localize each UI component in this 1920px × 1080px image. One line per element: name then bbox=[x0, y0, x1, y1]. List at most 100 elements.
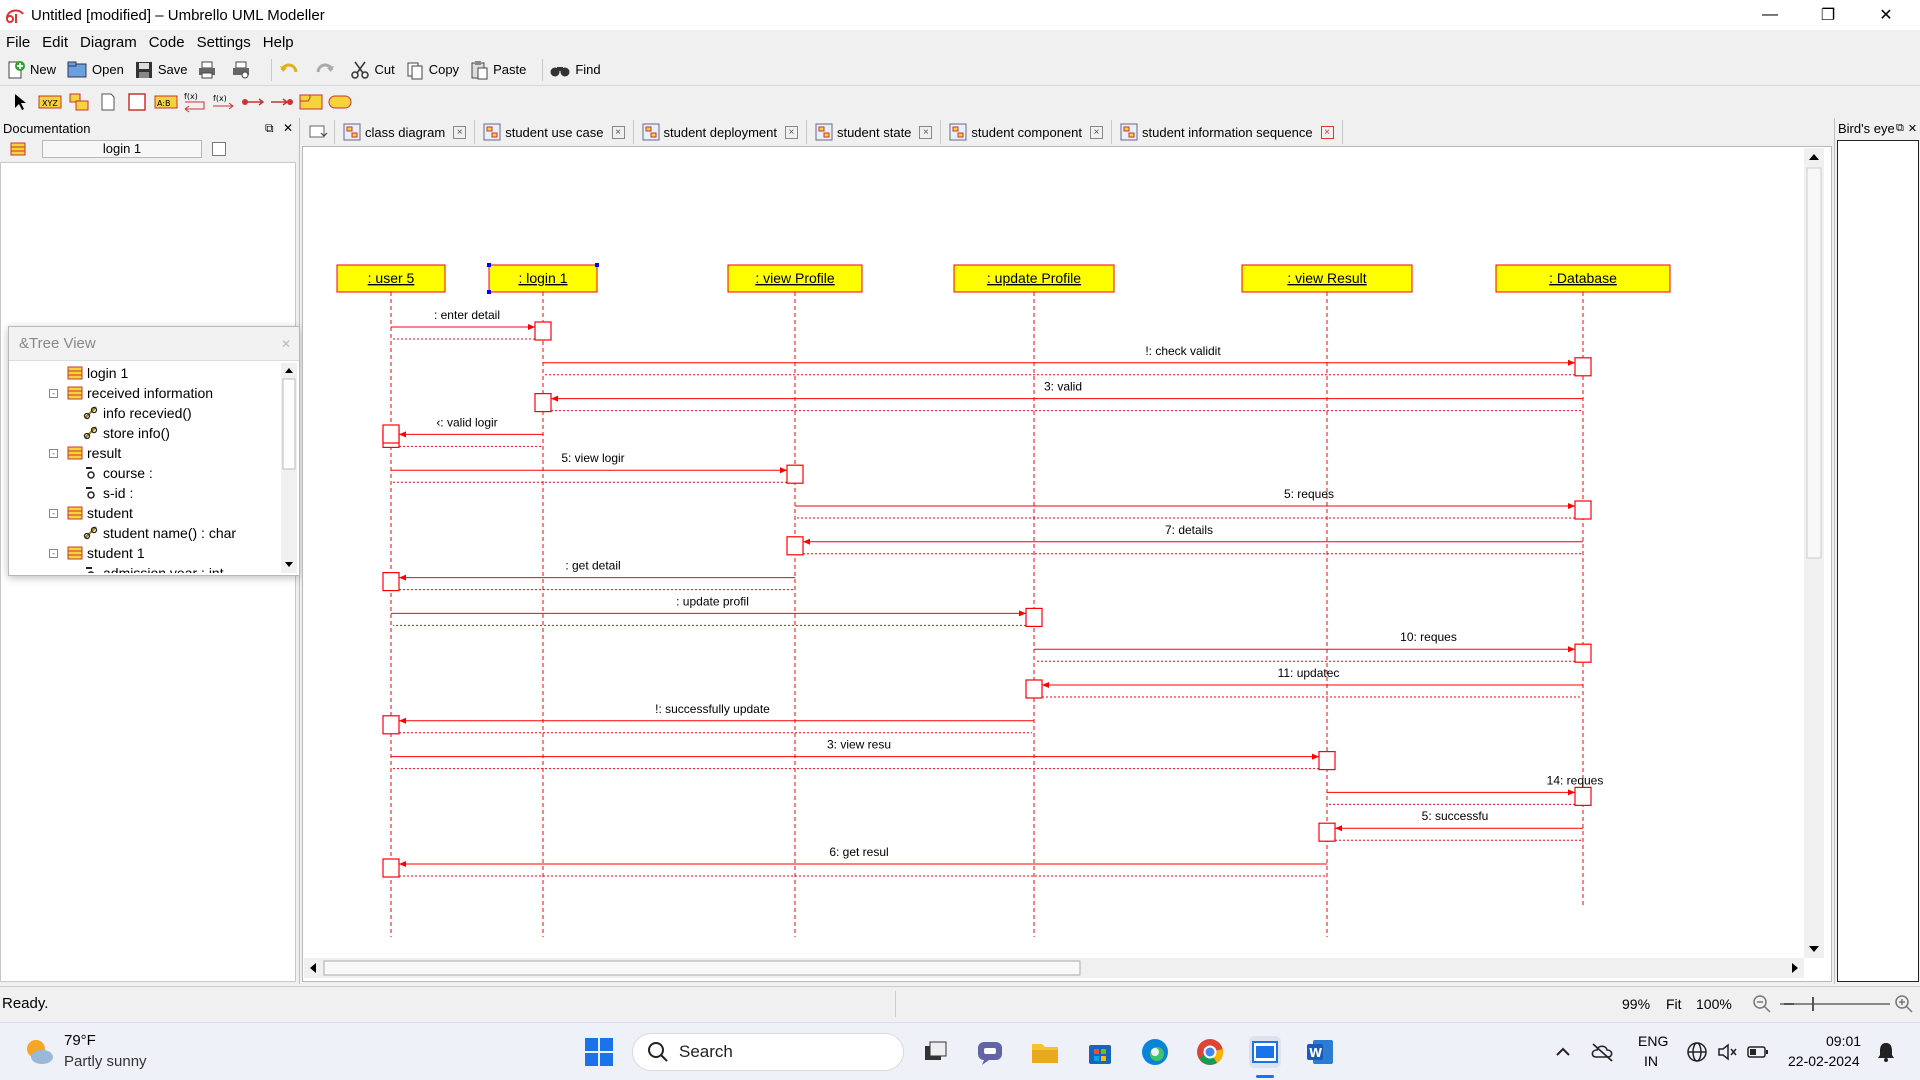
sync-message-tool-icon[interactable]: f(x) bbox=[182, 91, 208, 113]
menu-diagram[interactable]: Diagram bbox=[80, 34, 137, 51]
close-icon[interactable]: ✕ bbox=[1908, 122, 1917, 135]
birds-eye-view[interactable] bbox=[1837, 140, 1919, 982]
language-primary[interactable]: ENG bbox=[1638, 1033, 1668, 1049]
lost-message-tool-icon[interactable] bbox=[269, 91, 295, 113]
float-icon[interactable]: ⧉ bbox=[265, 121, 274, 135]
tree-item[interactable]: - student bbox=[11, 503, 283, 523]
tab-student-information-sequence[interactable]: student information sequence × bbox=[1112, 120, 1343, 144]
tree-item[interactable]: store info() bbox=[11, 423, 283, 443]
async-message-tool-icon[interactable]: f(x) bbox=[211, 91, 237, 113]
menu-help[interactable]: Help bbox=[263, 34, 294, 51]
message-label[interactable]: 5: successfu bbox=[1422, 809, 1489, 823]
clock-time[interactable]: 09:01 bbox=[1826, 1033, 1861, 1049]
message-label[interactable]: 14: reques bbox=[1547, 773, 1604, 787]
message-label[interactable]: 5: view logir bbox=[561, 451, 624, 465]
object-tool-icon[interactable]: A:B bbox=[153, 91, 179, 113]
tab-close-icon[interactable]: × bbox=[919, 125, 933, 139]
edge-browser-icon[interactable] bbox=[1139, 1036, 1171, 1068]
find-button[interactable]: Find bbox=[549, 60, 601, 80]
activation-box[interactable] bbox=[382, 424, 400, 444]
activation-box[interactable] bbox=[1574, 500, 1592, 520]
notification-bell-icon[interactable] bbox=[1876, 1041, 1896, 1063]
selection-handle[interactable] bbox=[487, 290, 491, 294]
chrome-browser-icon[interactable] bbox=[1194, 1036, 1226, 1068]
tree-view-list[interactable]: login 1 - received information info recevie… bbox=[11, 363, 283, 573]
microsoft-store-icon[interactable] bbox=[1084, 1036, 1116, 1068]
activation-box[interactable] bbox=[382, 572, 400, 592]
file-explorer-icon[interactable] bbox=[1029, 1036, 1061, 1068]
tree-view-scrollbar[interactable] bbox=[281, 363, 297, 573]
activation-box[interactable] bbox=[1025, 607, 1043, 627]
activation-box[interactable] bbox=[1318, 822, 1336, 842]
minimize-button[interactable]: — bbox=[1742, 0, 1798, 30]
found-message-tool-icon[interactable] bbox=[240, 91, 266, 113]
taskbar-search-box[interactable]: Search bbox=[632, 1033, 904, 1071]
canvas-vertical-scrollbar[interactable] bbox=[1804, 148, 1824, 958]
close-icon[interactable]: ✕ bbox=[281, 337, 291, 351]
tab-student-use-case[interactable]: student use case × bbox=[475, 120, 634, 144]
volume-muted-icon[interactable] bbox=[1716, 1041, 1738, 1063]
documentation-name-field[interactable]: login 1 bbox=[42, 140, 202, 158]
tab-close-icon[interactable]: × bbox=[453, 125, 467, 139]
cut-button[interactable]: Cut bbox=[350, 60, 395, 80]
activation-box[interactable] bbox=[534, 393, 552, 413]
tab-close-icon[interactable]: × bbox=[611, 125, 625, 139]
network-globe-icon[interactable] bbox=[1686, 1041, 1708, 1063]
clock-date[interactable]: 22-02-2024 bbox=[1788, 1053, 1860, 1069]
onedrive-offline-icon[interactable] bbox=[1590, 1041, 1616, 1063]
select-tool-icon[interactable] bbox=[8, 91, 34, 113]
combined-fragment-tool-icon[interactable] bbox=[298, 91, 324, 113]
box-tool-icon[interactable] bbox=[124, 91, 150, 113]
tab-menu-button[interactable] bbox=[302, 120, 335, 144]
open-button[interactable]: Open bbox=[66, 60, 124, 80]
tree-item[interactable]: course : bbox=[11, 463, 283, 483]
tree-item[interactable]: - result bbox=[11, 443, 283, 463]
save-button[interactable]: Save bbox=[134, 60, 187, 80]
tab-student-deployment[interactable]: student deployment × bbox=[634, 120, 807, 144]
message-label[interactable]: : enter detail bbox=[434, 308, 500, 322]
activation-box[interactable] bbox=[534, 321, 552, 341]
tab-student-component[interactable]: student component × bbox=[941, 120, 1112, 144]
sequence-diagram[interactable]: : user 5: login 1: view Profile: update … bbox=[303, 147, 1803, 957]
task-view-icon[interactable] bbox=[919, 1036, 951, 1068]
message-label[interactable]: 7: details bbox=[1165, 523, 1213, 537]
activation-box[interactable] bbox=[1025, 679, 1043, 699]
tree-item[interactable]: admission year : int bbox=[11, 563, 283, 573]
collapse-toggle-icon[interactable]: - bbox=[49, 448, 58, 458]
teams-chat-icon[interactable] bbox=[974, 1036, 1006, 1068]
tree-item[interactable]: - student 1 bbox=[11, 543, 283, 563]
tree-item[interactable]: student name() : char bbox=[11, 523, 283, 543]
activation-box[interactable] bbox=[1318, 750, 1336, 771]
tab-class-diagram[interactable]: class diagram × bbox=[335, 120, 476, 144]
canvas-horizontal-scrollbar[interactable] bbox=[304, 958, 1804, 978]
message-label[interactable]: 10: reques bbox=[1400, 630, 1457, 644]
menu-code[interactable]: Code bbox=[149, 34, 185, 51]
message-label[interactable]: ‹: valid logir bbox=[436, 415, 497, 429]
new-button[interactable]: New bbox=[6, 60, 56, 80]
anchor-tool-icon[interactable] bbox=[95, 91, 121, 113]
paste-button[interactable]: Paste bbox=[469, 60, 526, 80]
menu-file[interactable]: File bbox=[6, 34, 30, 51]
print-preview-button[interactable] bbox=[231, 60, 255, 80]
message-label[interactable]: 11: updatec bbox=[1278, 666, 1340, 680]
activation-box[interactable] bbox=[1574, 643, 1592, 663]
menu-edit[interactable]: Edit bbox=[42, 34, 68, 51]
message-label[interactable]: : update profil bbox=[676, 594, 749, 608]
message-label[interactable]: 3: valid bbox=[1044, 380, 1082, 394]
message-label[interactable]: !: check validit bbox=[1145, 344, 1221, 358]
tab-student-state[interactable]: student state × bbox=[807, 120, 942, 144]
zoom-out-icon[interactable] bbox=[1750, 992, 1774, 1016]
selection-handle[interactable] bbox=[487, 263, 491, 267]
tab-close-icon[interactable]: × bbox=[784, 125, 798, 139]
restore-button[interactable]: ❐ bbox=[1800, 0, 1856, 30]
battery-icon[interactable] bbox=[1746, 1041, 1770, 1063]
start-button[interactable] bbox=[583, 1036, 615, 1068]
zoom-fit-button[interactable]: Fit bbox=[1666, 996, 1682, 1012]
activation-box[interactable] bbox=[382, 858, 400, 878]
print-button[interactable] bbox=[197, 60, 221, 80]
message-label[interactable]: : get detail bbox=[565, 559, 620, 573]
collapse-toggle-icon[interactable]: - bbox=[49, 508, 58, 518]
message-label[interactable]: 5: reques bbox=[1284, 487, 1334, 501]
menu-settings[interactable]: Settings bbox=[197, 34, 251, 51]
activation-box[interactable] bbox=[1574, 357, 1592, 377]
